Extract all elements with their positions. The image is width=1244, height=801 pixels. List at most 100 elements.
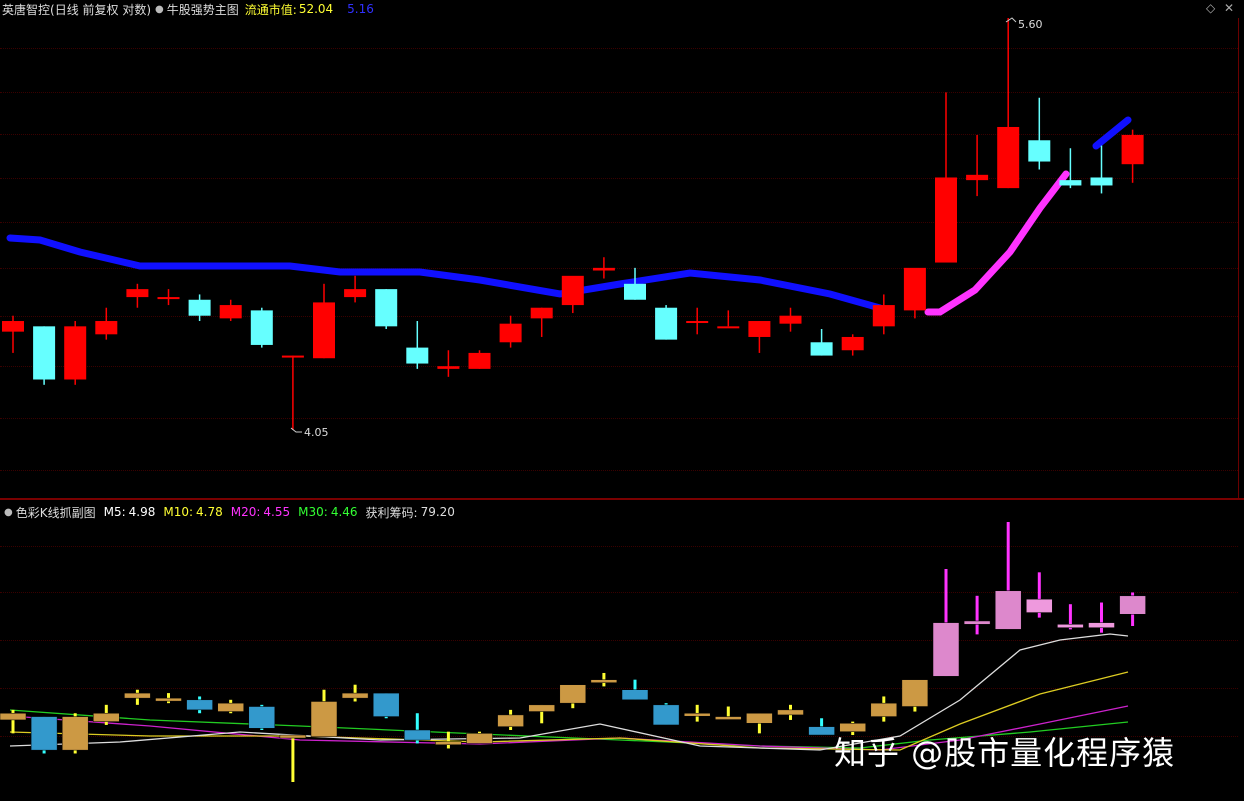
candle-body: [219, 305, 242, 319]
candle-body: [64, 326, 87, 380]
sub-candle[interactable]: [1057, 604, 1084, 630]
sub-candle[interactable]: [932, 568, 960, 677]
sub-candle[interactable]: [715, 706, 742, 720]
sub-candle[interactable]: [1088, 602, 1115, 633]
candle[interactable]: [717, 310, 740, 329]
sub-candle[interactable]: [590, 672, 618, 687]
sub-candle[interactable]: [61, 713, 89, 754]
candle[interactable]: [872, 294, 895, 335]
candle[interactable]: [406, 321, 429, 369]
candle-body: [935, 177, 957, 263]
sub-candle[interactable]: [341, 684, 369, 702]
low-label: 4.05: [304, 426, 329, 439]
sub-candle[interactable]: [155, 693, 182, 704]
sub-candle[interactable]: [683, 704, 711, 722]
candle[interactable]: [966, 134, 989, 197]
sub-candle[interactable]: [0, 709, 27, 734]
candle[interactable]: [1028, 97, 1051, 170]
sub-candle[interactable]: [528, 704, 555, 724]
candle[interactable]: [375, 289, 398, 329]
sub-candle[interactable]: [466, 731, 493, 744]
sub-candle[interactable]: [870, 696, 898, 722]
sub-candle[interactable]: [746, 712, 773, 734]
candle[interactable]: [1059, 148, 1082, 189]
candle[interactable]: [810, 328, 833, 356]
sub-candle[interactable]: [310, 689, 338, 737]
candle[interactable]: [126, 283, 149, 308]
candle-body: [966, 174, 989, 181]
candle[interactable]: [655, 305, 678, 340]
sub-candle[interactable]: [30, 716, 58, 754]
candle[interactable]: [281, 355, 304, 430]
candle[interactable]: [530, 307, 553, 337]
low-annotation: 4.05: [290, 426, 329, 439]
sub-candle-body: [808, 726, 835, 736]
sub-candle[interactable]: [497, 709, 524, 730]
sub-candle[interactable]: [808, 718, 835, 736]
sub-candle[interactable]: [559, 684, 587, 709]
sub-candle[interactable]: [901, 679, 929, 712]
sub-candle-body: [901, 679, 929, 707]
candle[interactable]: [468, 350, 491, 369]
candle[interactable]: [592, 257, 615, 279]
sub-candle-body: [279, 734, 307, 739]
sub-candle-body: [994, 590, 1022, 630]
candle[interactable]: [157, 289, 180, 306]
candle[interactable]: [188, 294, 211, 322]
candle-body: [717, 326, 740, 329]
candle[interactable]: [1090, 145, 1113, 194]
candle[interactable]: [33, 326, 56, 385]
sub-candle[interactable]: [404, 713, 431, 744]
candle-body: [344, 289, 367, 298]
right-axis-frame: [1238, 18, 1239, 498]
candle[interactable]: [561, 275, 584, 314]
candle-body: [313, 302, 335, 359]
sub-candle-body: [932, 622, 960, 677]
sub-candle-body: [590, 679, 618, 683]
candle-body: [406, 347, 429, 364]
main-candle-chart[interactable]: 5.60 4.05: [0, 0, 1244, 500]
candle[interactable]: [624, 267, 646, 300]
sub-candle-body: [528, 704, 555, 712]
candle[interactable]: [1121, 129, 1144, 183]
candle[interactable]: [95, 307, 118, 340]
sub-candle-body: [248, 706, 276, 729]
sub-candle[interactable]: [621, 679, 649, 701]
candle[interactable]: [250, 307, 273, 348]
candle[interactable]: [779, 307, 802, 332]
sub-candle-body: [372, 692, 400, 717]
candle[interactable]: [686, 307, 709, 335]
watermark: 知乎 @股市量化程序猿: [834, 734, 1176, 772]
sub-candle[interactable]: [372, 692, 400, 719]
candle[interactable]: [997, 18, 1020, 189]
sub-candle[interactable]: [1026, 572, 1053, 618]
candle-body: [1059, 180, 1082, 186]
candle[interactable]: [344, 275, 367, 303]
candle[interactable]: [748, 321, 771, 353]
candle-body: [250, 310, 273, 345]
sub-candle[interactable]: [777, 704, 804, 720]
sub-candle[interactable]: [217, 699, 244, 714]
candle[interactable]: [64, 321, 87, 385]
sub-candle[interactable]: [1119, 592, 1146, 626]
candle[interactable]: [437, 350, 460, 377]
candle[interactable]: [499, 315, 522, 348]
candle[interactable]: [935, 92, 957, 263]
sub-candle[interactable]: [248, 704, 276, 730]
sub-candle-body: [93, 712, 120, 722]
sub-candle[interactable]: [124, 689, 151, 705]
sub-candle[interactable]: [994, 522, 1022, 630]
candle[interactable]: [841, 334, 864, 356]
sub-candle[interactable]: [652, 703, 680, 726]
sub-candle[interactable]: [279, 734, 307, 782]
sub-candle[interactable]: [186, 696, 213, 714]
candle[interactable]: [2, 315, 24, 353]
candle[interactable]: [219, 299, 242, 322]
candle-body: [997, 126, 1020, 189]
high-annotation: 5.60: [1005, 17, 1043, 31]
sub-candle[interactable]: [963, 595, 991, 635]
candle[interactable]: [313, 283, 335, 359]
candle[interactable]: [903, 267, 926, 319]
sub-candle-body: [466, 733, 493, 744]
candle-body: [437, 366, 460, 369]
